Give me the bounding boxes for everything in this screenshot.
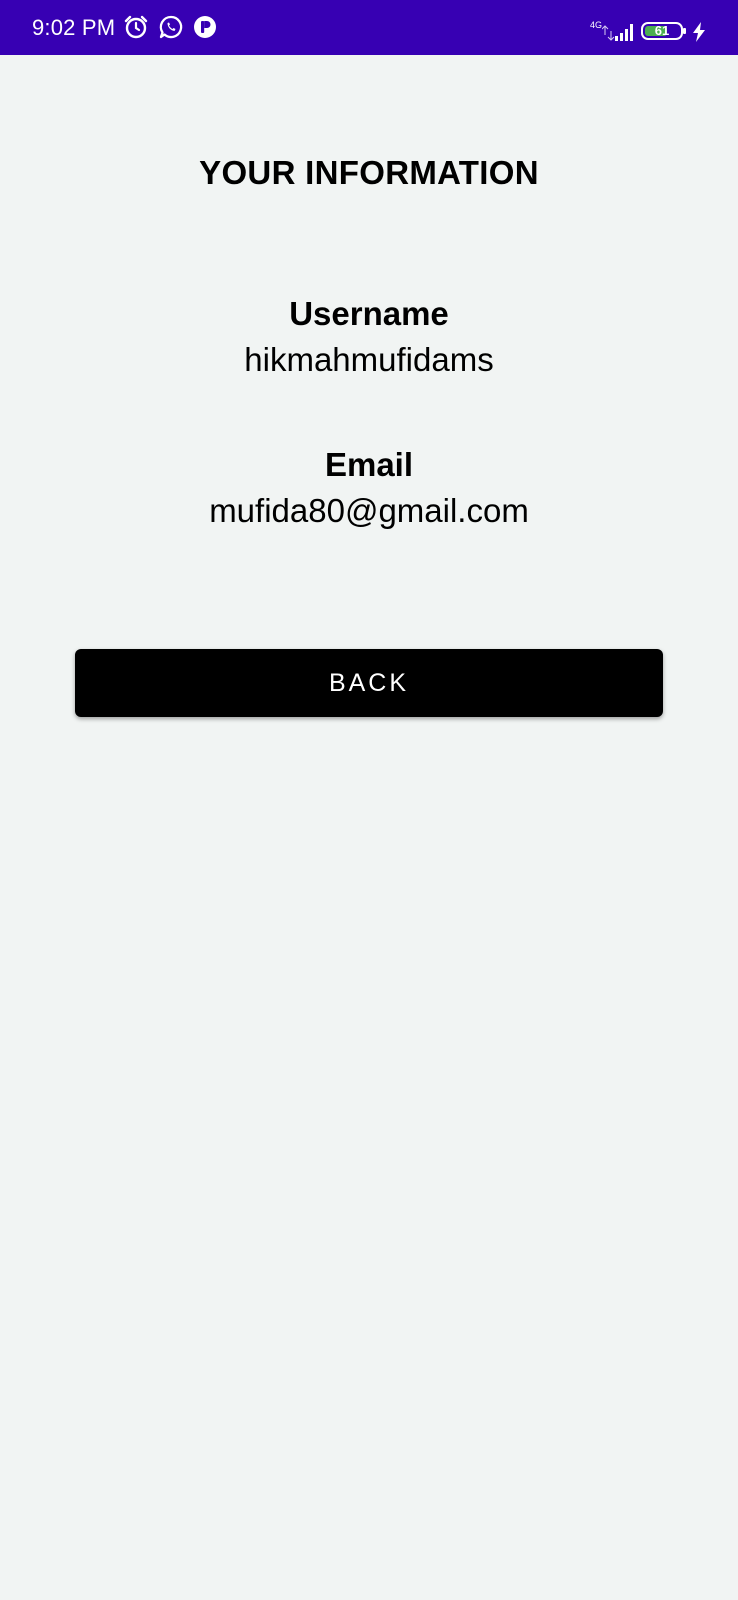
whatsapp-icon (158, 14, 184, 40)
battery-level: 61 (654, 23, 670, 38)
alarm-icon (123, 14, 149, 40)
email-value: mufida80@gmail.com (209, 492, 529, 529)
battery-icon: 61 (641, 22, 686, 40)
page-title: YOUR INFORMATION (199, 154, 539, 191)
signal-strength-icon (601, 21, 636, 48)
username-value: hikmahmufidams (244, 341, 494, 378)
username-label: Username (289, 295, 449, 332)
app-notification-icon (192, 14, 218, 40)
charging-icon (692, 22, 706, 47)
status-bar: 9:02 PM 4G 61 (0, 0, 738, 55)
back-button[interactable]: BACK (75, 649, 663, 717)
network-type-label: 4G (590, 20, 603, 30)
status-time: 9:02 PM (32, 15, 116, 40)
email-label: Email (324, 446, 414, 483)
